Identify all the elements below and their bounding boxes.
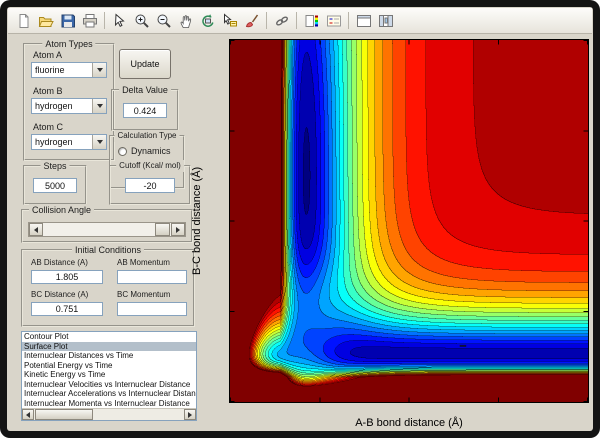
edit-plot-icon[interactable] <box>109 10 130 31</box>
plot-type-listbox[interactable]: Contour Plot Surface Plot Internuclear D… <box>21 331 197 421</box>
save-figure-icon[interactable] <box>57 10 78 31</box>
contour-plot-axes[interactable]: A-B bond distance (Å) B-C bond distance … <box>229 39 589 403</box>
steps-title: Steps <box>40 160 69 172</box>
show-plot-tools-icon[interactable] <box>375 10 396 31</box>
x-axis-label: A-B bond distance (Å) <box>230 417 588 429</box>
y-axis-ticks <box>202 40 226 402</box>
ab-momentum-input[interactable] <box>117 270 187 284</box>
plot-type-option-label: Contour Plot <box>24 332 68 341</box>
collision-angle-title: Collision Angle <box>29 204 94 216</box>
plot-type-option-label: Potential Energy vs Time <box>24 361 112 370</box>
data-cursor-icon[interactable] <box>219 10 240 31</box>
zoom-out-icon[interactable] <box>153 10 174 31</box>
rotate-3d-icon[interactable] <box>197 10 218 31</box>
brush-data-icon[interactable] <box>241 10 262 31</box>
bc-momentum-input[interactable] <box>117 302 187 316</box>
radio-icon <box>118 147 127 156</box>
atom-a-select[interactable]: fluorine <box>31 62 107 78</box>
plot-type-option[interactable]: Kinetic Energy vs Time <box>22 370 196 380</box>
plot-type-option[interactable]: Internuclear Velocities vs Internuclear … <box>22 380 196 390</box>
scrollbar-thumb[interactable] <box>35 409 93 420</box>
plot-type-option-label: Kinetic Energy vs Time <box>24 370 105 379</box>
y-axis-label: B-C bond distance (Å) <box>191 40 204 402</box>
atom-a-value: fluorine <box>32 63 92 77</box>
plot-type-option[interactable]: Contour Plot <box>22 332 196 342</box>
plot-type-option[interactable]: Internuclear Distances vs Time <box>22 351 196 361</box>
bc-distance-label: BC Distance (A) <box>31 290 88 299</box>
collision-angle-slider[interactable] <box>28 222 186 237</box>
initial-conditions-panel: Initial Conditions AB Distance (A) AB Mo… <box>21 249 195 327</box>
toolbar-separator <box>266 12 267 29</box>
atom-c-select[interactable]: hydrogen <box>31 134 107 150</box>
plot-type-option-label: Internuclear Accelerations vs Internucle… <box>24 389 196 398</box>
initial-conditions-title: Initial Conditions <box>72 244 144 256</box>
slider-thumb[interactable] <box>155 223 170 236</box>
insert-legend-icon[interactable] <box>323 10 344 31</box>
scrollbar-left-arrow-icon[interactable] <box>22 409 34 420</box>
cutoff-input[interactable] <box>125 178 175 193</box>
bc-distance-input[interactable] <box>31 302 103 316</box>
delta-value-title: Delta Value <box>119 84 171 96</box>
pes-contour-canvas[interactable] <box>230 40 588 402</box>
atom-b-label: Atom B <box>33 86 63 96</box>
radio-label: Dynamics <box>131 146 171 156</box>
steps-panel: Steps <box>23 165 87 205</box>
new-file-icon[interactable] <box>13 10 34 31</box>
toolbar-separator <box>296 12 297 29</box>
ab-distance-label: AB Distance (A) <box>31 258 88 267</box>
app-window: Atom Types Atom A fluorine Atom B hydrog… <box>7 7 593 431</box>
plot-type-option-label: Surface Plot <box>24 342 68 351</box>
plot-type-option-label: Internuclear Distances vs Time <box>24 351 133 360</box>
ab-momentum-label: AB Momentum <box>117 258 170 267</box>
listbox-horizontal-scrollbar[interactable] <box>22 408 196 420</box>
pan-icon[interactable] <box>175 10 196 31</box>
hide-plot-tools-icon[interactable] <box>353 10 374 31</box>
toolbar-separator <box>104 12 105 29</box>
calculation-type-title: Calculation Type <box>115 130 180 142</box>
cutoff-panel: Cutoff (Kcal/ mol) <box>109 165 191 205</box>
atom-b-select[interactable]: hydrogen <box>31 98 107 114</box>
zoom-in-icon[interactable] <box>131 10 152 31</box>
plot-type-option[interactable]: Surface Plot <box>22 342 196 352</box>
plot-type-option[interactable]: Internuclear Momenta vs Internuclear Dis… <box>22 399 196 409</box>
delta-value-input[interactable] <box>123 103 167 118</box>
atom-types-panel: Atom Types Atom A fluorine Atom B hydrog… <box>23 43 115 161</box>
plot-type-option[interactable]: Potential Energy vs Time <box>22 361 196 371</box>
window-frame: Atom Types Atom A fluorine Atom B hydrog… <box>0 0 600 438</box>
collision-angle-panel: Collision Angle <box>21 209 193 243</box>
chevron-down-icon[interactable] <box>92 135 106 149</box>
figure-toolbar <box>8 8 592 34</box>
delta-value-panel: Delta Value <box>111 89 179 131</box>
cutoff-title: Cutoff (Kcal/ mol) <box>116 160 184 172</box>
atom-c-value: hydrogen <box>32 135 92 149</box>
link-plot-icon[interactable] <box>271 10 292 31</box>
atom-a-label: Atom A <box>33 50 62 60</box>
steps-input[interactable] <box>33 178 77 193</box>
atom-c-label: Atom C <box>33 122 63 132</box>
slider-left-arrow-icon[interactable] <box>29 223 43 236</box>
open-file-icon[interactable] <box>35 10 56 31</box>
bc-momentum-label: BC Momentum <box>117 290 170 299</box>
print-figure-icon[interactable] <box>79 10 100 31</box>
plot-type-option-label: Internuclear Velocities vs Internuclear … <box>24 380 190 389</box>
plot-type-list: Contour Plot Surface Plot Internuclear D… <box>22 332 196 408</box>
update-button[interactable]: Update <box>119 49 171 79</box>
toolbar-separator <box>348 12 349 29</box>
slider-right-arrow-icon[interactable] <box>171 223 185 236</box>
atom-b-value: hydrogen <box>32 99 92 113</box>
plot-type-option[interactable]: Internuclear Accelerations vs Internucle… <box>22 389 196 399</box>
calc-type-radio[interactable]: Dynamics <box>118 146 171 156</box>
ab-distance-input[interactable] <box>31 270 103 284</box>
chevron-down-icon[interactable] <box>92 63 106 77</box>
atom-types-title: Atom Types <box>42 38 95 50</box>
insert-colorbar-icon[interactable] <box>301 10 322 31</box>
scrollbar-right-arrow-icon[interactable] <box>184 409 196 420</box>
plot-type-option-label: Internuclear Momenta vs Internuclear Dis… <box>24 399 190 408</box>
x-axis-ticks <box>230 405 588 417</box>
chevron-down-icon[interactable] <box>92 99 106 113</box>
